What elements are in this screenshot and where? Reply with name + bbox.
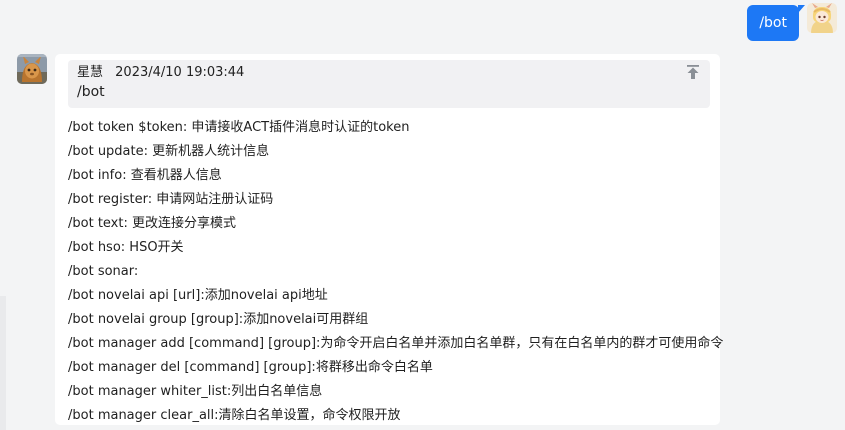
help-line: /bot text: 更改连接分享模式 [68, 216, 236, 231]
left-edge-strip [0, 296, 6, 430]
incoming-bubble[interactable]: 星慧 2023/4/10 19:03:44 /bot /bot token $t… [55, 54, 724, 428]
help-line: /bot hso: HSO开关 [68, 240, 184, 255]
outgoing-bubble[interactable]: /bot [747, 5, 805, 41]
help-lines: /bot token $token: 申请接收ACT插件消息时认证的token … [68, 116, 724, 428]
help-line: /bot novelai api [url]:添加novelai api地址 [68, 288, 328, 303]
help-line: /bot novelai group [group]:添加novelai可用群组 [68, 312, 369, 327]
outgoing-message: /bot [747, 3, 837, 41]
bot-avatar[interactable] [17, 54, 47, 84]
outgoing-text: /bot [759, 15, 787, 31]
help-line: /bot manager clear_all:清除白名单设置，命令权限开放 [68, 408, 401, 423]
quoted-message[interactable]: 星慧 2023/4/10 19:03:44 /bot [68, 60, 710, 108]
user-avatar[interactable] [807, 3, 837, 33]
pin-top-icon[interactable] [686, 64, 700, 80]
help-line: /bot sonar: [68, 264, 139, 279]
help-line: /bot manager whiter_list:列出白名单信息 [68, 384, 323, 399]
quote-text: /bot [77, 84, 105, 100]
bot-avatar-image [17, 54, 47, 84]
help-line: /bot register: 申请网站注册认证码 [68, 192, 274, 207]
help-line: /bot info: 查看机器人信息 [68, 168, 222, 183]
quote-timestamp: 2023/4/10 19:03:44 [115, 65, 245, 80]
quote-sender: 星慧 [77, 65, 104, 80]
help-line: /bot manager add [command] [group]:为命令开启… [68, 336, 724, 351]
incoming-message: 星慧 2023/4/10 19:03:44 /bot /bot token $t… [17, 54, 724, 428]
user-avatar-image [807, 3, 837, 33]
help-line: /bot update: 更新机器人统计信息 [68, 144, 270, 159]
help-line: /bot manager del [command] [group]:将群移出命… [68, 360, 433, 375]
help-line: /bot token $token: 申请接收ACT插件消息时认证的token [68, 120, 410, 135]
quote-meta: 星慧 2023/4/10 19:03:44 [77, 64, 700, 82]
